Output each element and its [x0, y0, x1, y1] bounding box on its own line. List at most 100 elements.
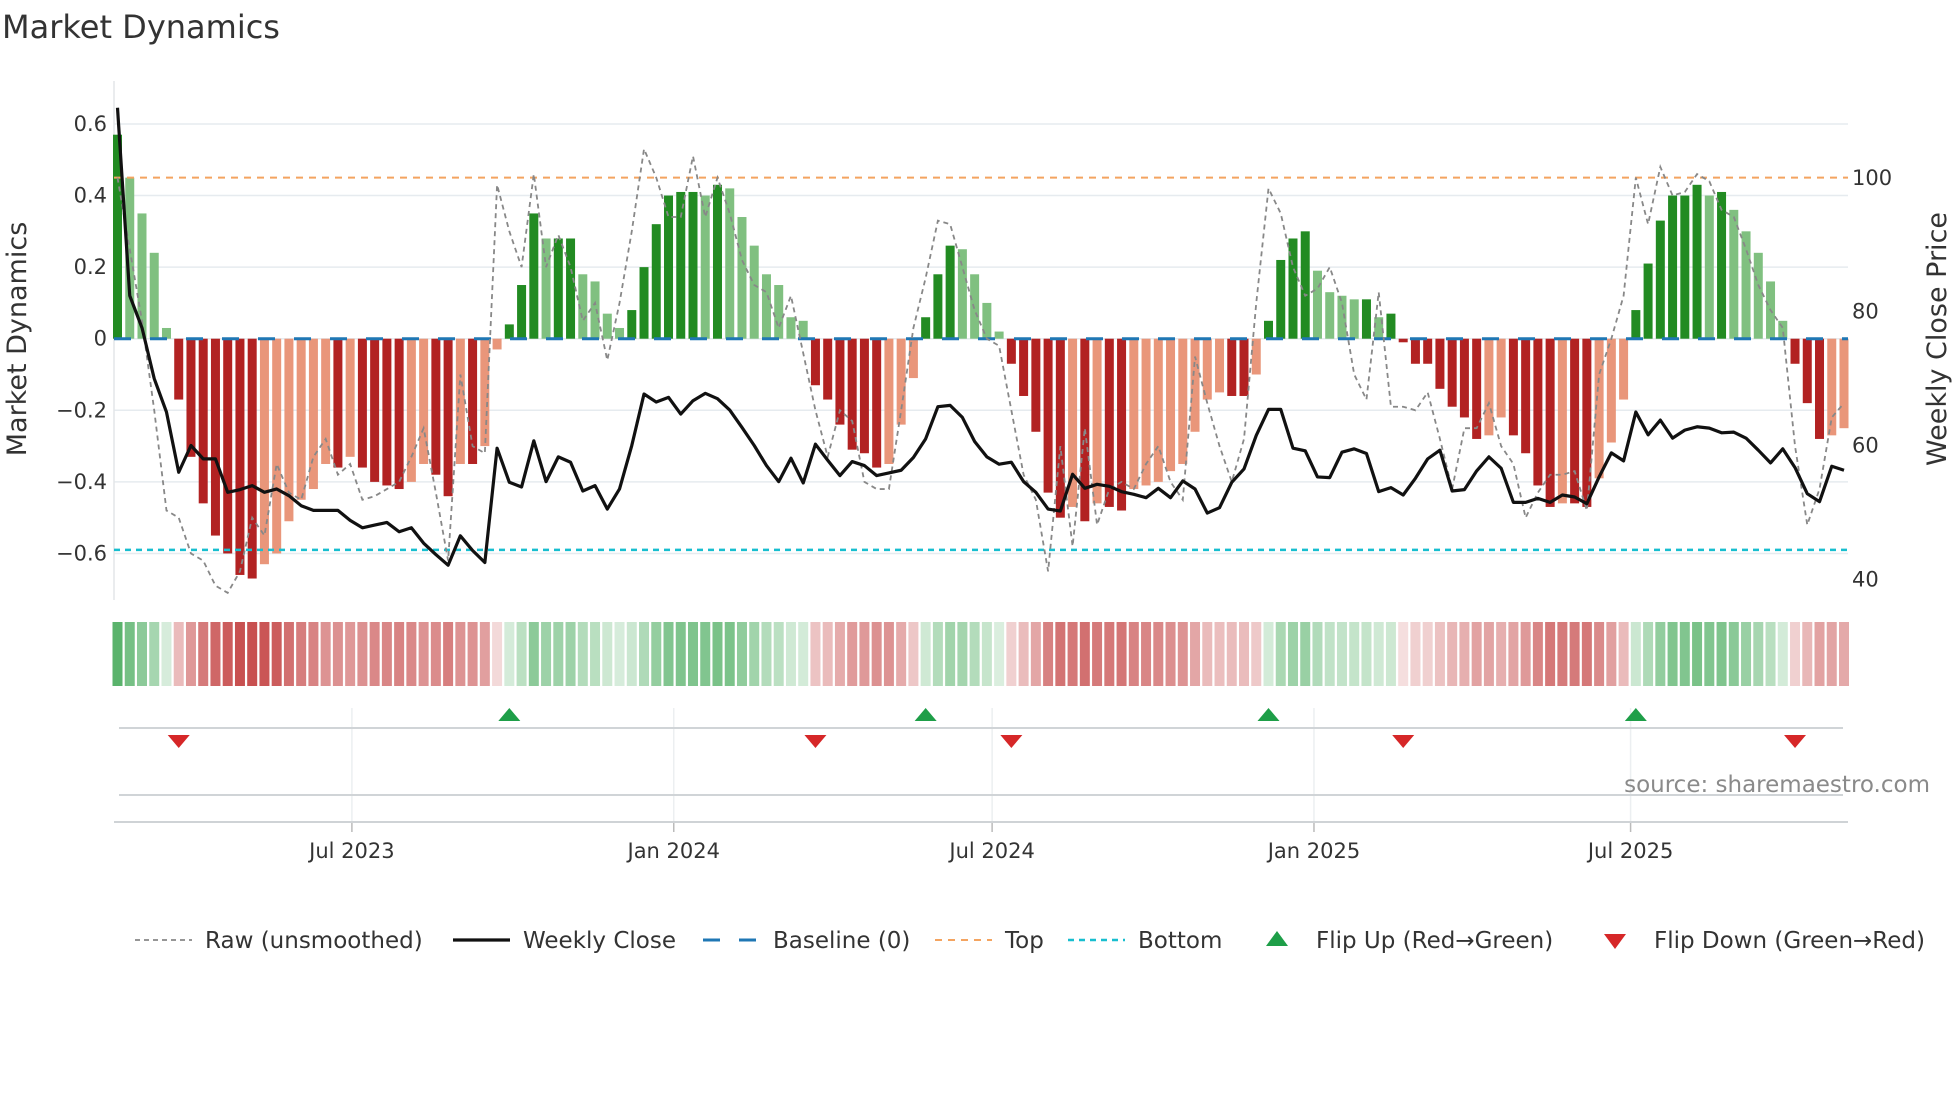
flip-up-marker [914, 708, 937, 721]
heat-strip-cell [700, 622, 711, 686]
dynamics-bar [786, 317, 796, 339]
heat-strip-cell [1581, 622, 1592, 686]
y-tick-label: 0 [94, 327, 107, 351]
heat-strip-cell [1006, 622, 1017, 686]
dynamics-bar [749, 245, 759, 339]
heat-strip-cell [1079, 622, 1090, 686]
heat-strip-cell [810, 622, 821, 686]
heat-strip-cell [271, 622, 282, 686]
dynamics-bar [223, 338, 233, 554]
heat-strip-cell [736, 622, 747, 686]
heat-strip-cell [896, 622, 907, 686]
heat-strip-cell [761, 622, 772, 686]
dynamics-bar [308, 338, 318, 490]
heat-strip-cell [1263, 622, 1274, 686]
heat-strip-cell [675, 622, 686, 686]
dynamics-bar [737, 217, 747, 339]
heat-strip-cell [1410, 622, 1421, 686]
dynamics-bar [1533, 338, 1543, 486]
x-tick-label: Jul 2024 [947, 839, 1034, 863]
dynamics-bar [455, 338, 465, 464]
dynamics-bar [345, 338, 355, 457]
heat-strip-cell [492, 622, 503, 686]
legend: Raw (unsmoothed) Weekly Close Baseline (0)… [135, 928, 1925, 954]
dynamics-bar [1606, 338, 1616, 443]
y2-tick-label: 40 [1852, 567, 1879, 591]
x-tick-label: Jul 2025 [1586, 839, 1673, 863]
x-tick-label: Jan 2024 [626, 839, 721, 863]
dynamics-bar [1398, 338, 1408, 343]
dynamics-bar [1349, 299, 1359, 339]
heat-strip-cell [1741, 622, 1752, 686]
dynamics-bar [1104, 338, 1114, 507]
heat-strip-cell [1508, 622, 1519, 686]
heat-strip-cell [259, 622, 270, 686]
heat-strip-cell [210, 622, 221, 686]
heat-strip-cell [1814, 622, 1825, 686]
dynamics-bar [1815, 338, 1825, 439]
dynamics-bar [1472, 338, 1482, 439]
dynamics-bar [1312, 270, 1322, 339]
dynamics-bar [235, 338, 245, 575]
flip-down-marker [1392, 735, 1415, 748]
heat-strip-cell [626, 622, 637, 686]
dynamics-bar [872, 338, 882, 468]
heat-strip-cell [1728, 622, 1739, 686]
dynamics-bar [884, 338, 894, 464]
heat-strip-cell [663, 622, 674, 686]
heat-strip-cell [541, 622, 552, 686]
heat-strip-cell [1055, 622, 1066, 686]
y-tick-label: −0.6 [56, 541, 107, 565]
heat-strip-cell [1630, 622, 1641, 686]
heat-strip-cell [1239, 622, 1250, 686]
heat-strip-cell [124, 622, 135, 686]
heat-strip-cell [1655, 622, 1666, 686]
heat-strip-cell [1704, 622, 1715, 686]
dynamics-bar [1582, 338, 1592, 507]
heat-strip-cell [1165, 622, 1176, 686]
dynamics-bar [1717, 191, 1727, 339]
dynamics-bar [1643, 263, 1653, 339]
heat-strip-cell [161, 622, 172, 686]
dynamics-bar [921, 317, 931, 339]
heat-strip-cell [1287, 622, 1298, 686]
heat-strip-cell [332, 622, 343, 686]
heat-strip-cell [1532, 622, 1543, 686]
heat-strip-cell [1030, 622, 1041, 686]
dynamics-bar [174, 338, 184, 400]
dynamics-bar [933, 274, 943, 339]
dynamics-bar [1361, 299, 1371, 339]
heat-strip-cell [1557, 622, 1568, 686]
heat-strip-cell [1422, 622, 1433, 686]
dynamics-bar [1239, 338, 1249, 396]
heat-strip-cell [283, 622, 294, 686]
heat-strip-cell [859, 622, 870, 686]
dynamics-bar [847, 338, 857, 450]
heat-strip-cell [1692, 622, 1703, 686]
bars-layer [113, 134, 1849, 579]
flip-down-marker [804, 735, 827, 748]
source-label: source: sharemaestro.com [1624, 772, 1930, 798]
heat-strip-cell [443, 622, 454, 686]
dynamics-bar [321, 338, 331, 464]
heat-strip-cell [1361, 622, 1372, 686]
heat-strip-cell [785, 622, 796, 686]
heat-strip-cell [553, 622, 564, 686]
heat-strip-cell [418, 622, 429, 686]
heat-strip-cell [1520, 622, 1531, 686]
heat-strip-cell [1459, 622, 1470, 686]
dynamics-bar [566, 238, 576, 339]
y-tick-label: 0.4 [74, 184, 107, 208]
dynamics-bar [688, 191, 698, 339]
dynamics-bar [1129, 338, 1139, 490]
heat-strip-cell [1251, 622, 1262, 686]
heat-strip-cell [394, 622, 405, 686]
heat-strip-cell [565, 622, 576, 686]
heat-strip-cell [712, 622, 723, 686]
market-dynamics-chart: Market Dynamics Market Dynamics Weekly C… [2, 8, 1953, 954]
dynamics-bar [161, 327, 171, 339]
legend-label: Weekly Close [523, 928, 676, 954]
legend-label: Flip Down (Green→Red) [1654, 928, 1925, 954]
heat-strip-cell [1116, 622, 1127, 686]
heat-strip-cell [112, 622, 123, 686]
